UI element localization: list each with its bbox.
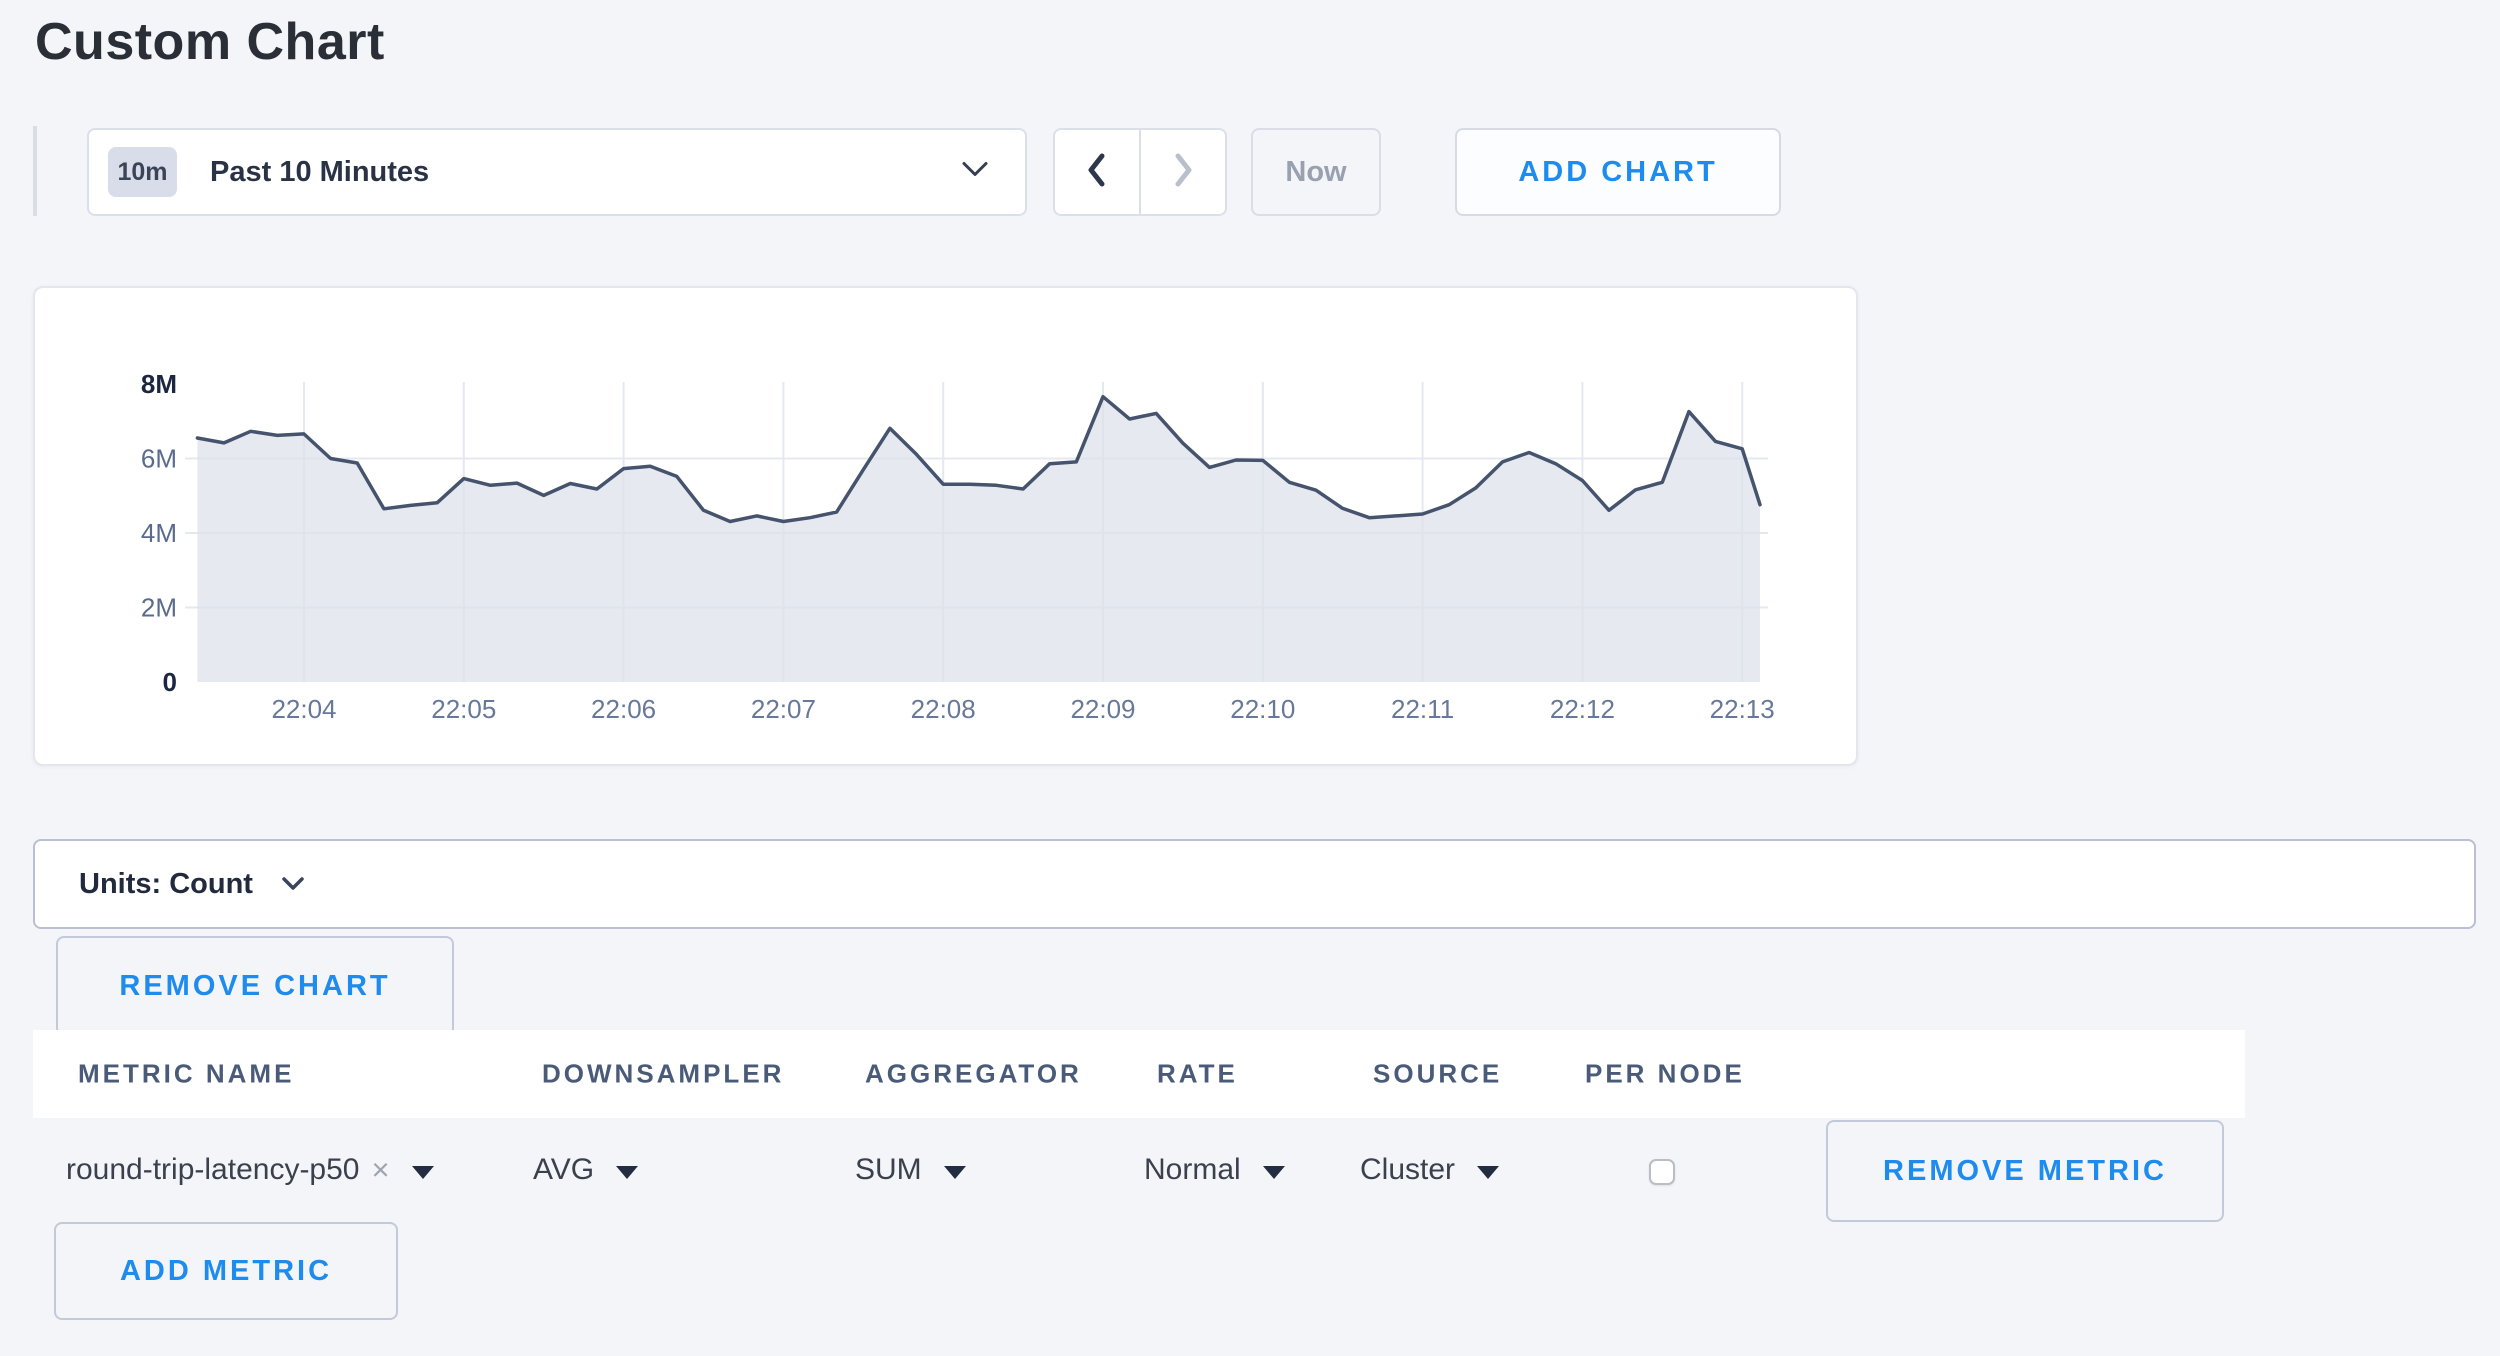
source-value: Cluster (1360, 1153, 1455, 1187)
chevron-right-icon (1171, 151, 1195, 194)
downsampler-value: AVG (533, 1153, 594, 1187)
svg-text:22:04: 22:04 (271, 694, 336, 724)
units-dropdown-label: Units: Count (79, 868, 253, 901)
now-button[interactable]: Now (1251, 128, 1381, 216)
aggregator-value: SUM (855, 1153, 922, 1187)
svg-text:22:05: 22:05 (431, 694, 496, 724)
svg-text:6M: 6M (141, 444, 177, 474)
source-select[interactable]: Cluster (1360, 1153, 1499, 1187)
svg-text:22:11: 22:11 (1391, 694, 1454, 724)
svg-text:0: 0 (163, 667, 177, 697)
page-title: Custom Chart (35, 13, 385, 73)
caret-down-icon (616, 1166, 638, 1179)
svg-text:22:10: 22:10 (1230, 694, 1295, 724)
metric-name-select[interactable]: round-trip-latency-p50 × (66, 1152, 434, 1188)
time-window-badge: 10m (108, 147, 177, 197)
chevron-down-icon (281, 876, 305, 896)
custom-chart-svg: 22:04 22:05 22:06 22:07 22:08 22:09 22:10 22:11… (35, 288, 1860, 768)
metrics-table-header: METRIC NAME DOWNSAMPLER AGGREGATOR RATE … (33, 1030, 2245, 1118)
caret-down-icon (944, 1166, 966, 1179)
time-window-dropdown[interactable]: 10m Past 10 Minutes (87, 128, 1027, 216)
time-step-buttons (1053, 128, 1227, 216)
rate-value: Normal (1144, 1153, 1241, 1187)
metric-name-value: round-trip-latency-p50 (66, 1153, 359, 1187)
svg-text:22:12: 22:12 (1550, 694, 1615, 724)
svg-text:22:09: 22:09 (1070, 694, 1135, 724)
svg-text:2M: 2M (141, 593, 177, 623)
toolbar-accent-bar (33, 126, 37, 216)
custom-chart-page: Custom Chart 10m Past 10 Minutes Now ADD… (0, 0, 2500, 1356)
svg-text:22:06: 22:06 (591, 694, 656, 724)
clear-metric-icon[interactable]: × (371, 1152, 389, 1188)
rate-select[interactable]: Normal (1144, 1153, 1285, 1187)
units-dropdown[interactable]: Units: Count (33, 839, 2476, 929)
col-header-aggregator: AGGREGATOR (865, 1059, 1082, 1090)
col-header-metric-name: METRIC NAME (78, 1059, 294, 1090)
col-header-rate: RATE (1157, 1059, 1238, 1090)
caret-down-icon (412, 1166, 434, 1179)
time-window-label: Past 10 Minutes (210, 156, 429, 189)
per-node-checkbox[interactable] (1649, 1159, 1675, 1185)
caret-down-icon (1263, 1166, 1285, 1179)
downsampler-select[interactable]: AVG (533, 1153, 638, 1187)
col-header-per-node: PER NODE (1585, 1059, 1745, 1090)
chevron-down-icon (961, 161, 989, 184)
remove-chart-button[interactable]: REMOVE CHART (56, 936, 454, 1036)
chevron-left-icon (1085, 151, 1109, 194)
svg-text:4M: 4M (141, 518, 177, 548)
remove-metric-button[interactable]: REMOVE METRIC (1826, 1120, 2224, 1222)
step-forward-button[interactable] (1139, 130, 1225, 214)
svg-text:22:13: 22:13 (1710, 694, 1775, 724)
svg-text:8M: 8M (141, 369, 177, 399)
chart-card: 22:04 22:05 22:06 22:07 22:08 22:09 22:10 22:11… (33, 286, 1858, 766)
aggregator-select[interactable]: SUM (855, 1153, 966, 1187)
svg-text:22:07: 22:07 (751, 694, 816, 724)
add-chart-button[interactable]: ADD CHART (1455, 128, 1781, 216)
add-metric-button[interactable]: ADD METRIC (54, 1222, 398, 1320)
svg-text:22:08: 22:08 (911, 694, 976, 724)
col-header-downsampler: DOWNSAMPLER (542, 1059, 784, 1090)
caret-down-icon (1477, 1166, 1499, 1179)
step-back-button[interactable] (1055, 130, 1139, 214)
col-header-source: SOURCE (1373, 1059, 1502, 1090)
